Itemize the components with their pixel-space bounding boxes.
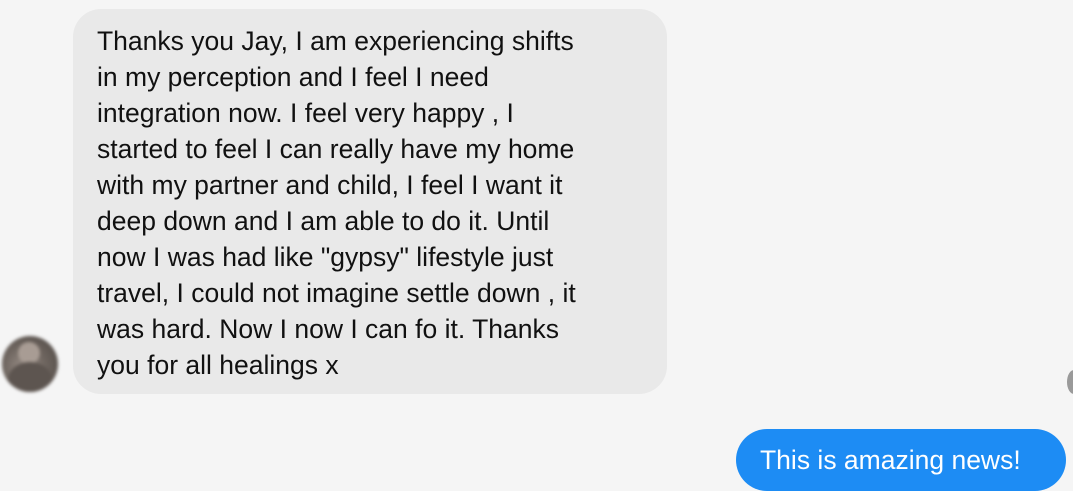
incoming-message-bubble[interactable]: Thanks you Jay, I am experiencing shifts…	[73, 9, 667, 394]
outgoing-message-text: This is amazing news!	[760, 445, 1021, 475]
outgoing-message-bubble[interactable]: This is amazing news!	[736, 429, 1066, 491]
read-receipt-avatar	[1067, 370, 1073, 394]
sender-avatar[interactable]	[2, 336, 58, 392]
avatar-body-shape	[8, 362, 52, 392]
avatar-head-shape	[18, 342, 40, 364]
message-thread: Thanks you Jay, I am experiencing shifts…	[0, 0, 1073, 491]
incoming-message-text: Thanks you Jay, I am experiencing shifts…	[97, 26, 576, 380]
